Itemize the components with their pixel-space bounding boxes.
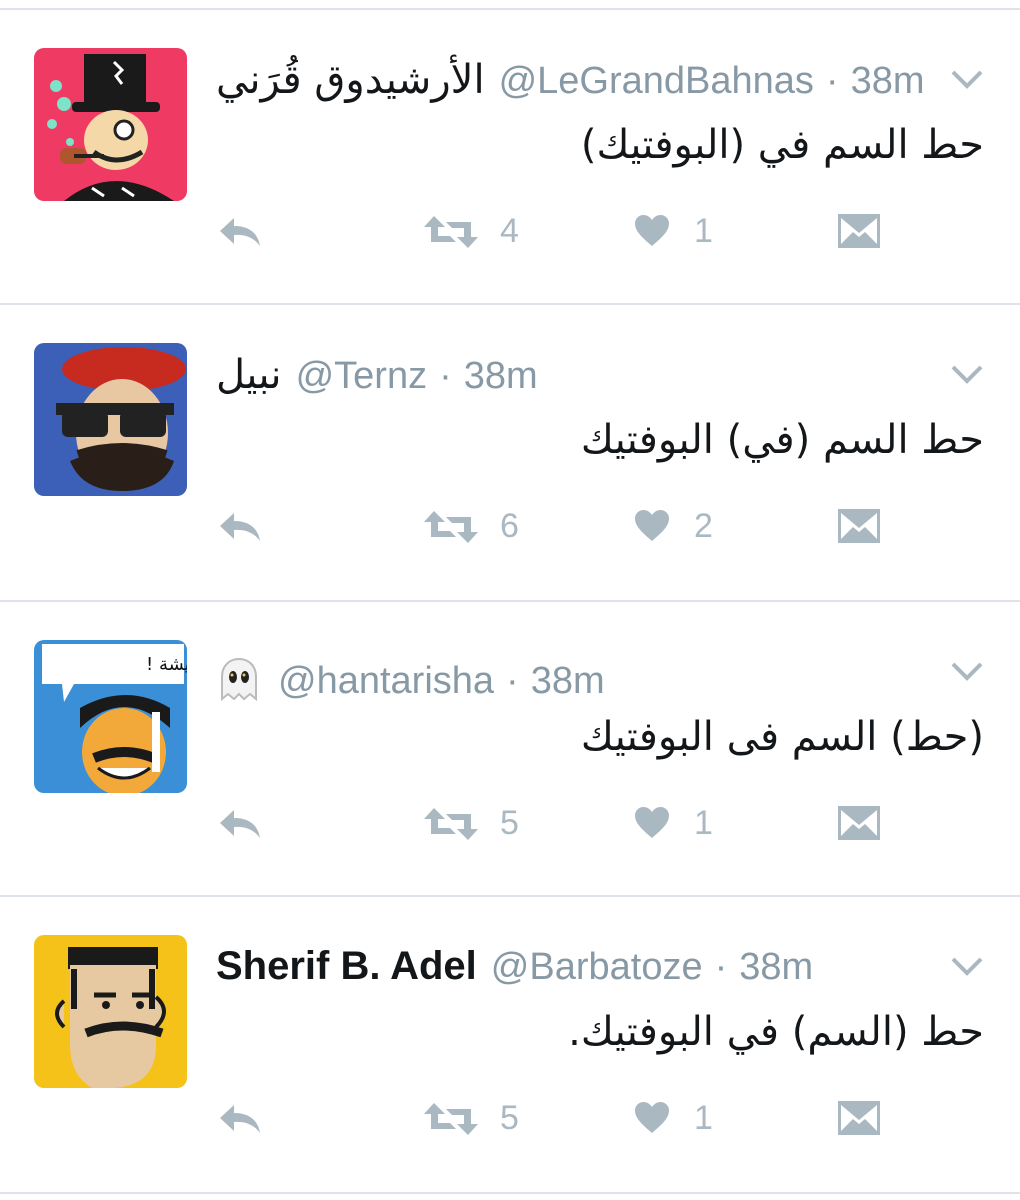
retweet-count: 5: [500, 1099, 519, 1137]
tweet-header: Sherif B. Adel @Barbatoze · 38m: [216, 944, 813, 1004]
dm-icon[interactable]: [838, 509, 880, 543]
tweet-header: الأرشيدوق قُرَني @LeGrandBahnas · 38m: [216, 57, 924, 117]
tweet-text: حط السم في (البوفتيك): [580, 122, 984, 168]
like-count: 1: [694, 804, 713, 842]
display-name[interactable]: Sherif B. Adel: [216, 944, 477, 989]
tweet-actions: 5 1: [0, 792, 1020, 852]
timestamp[interactable]: 38m: [739, 946, 813, 989]
display-name[interactable]: نبيل: [216, 352, 282, 398]
tweet[interactable]: حنتريشة ! @hantarisha · 38m (حط) السم فى…: [0, 602, 1020, 897]
bottom-divider: [0, 1192, 1020, 1194]
like-count: 1: [694, 1099, 713, 1137]
like-icon[interactable]: [634, 1101, 670, 1135]
retweet-count: 6: [500, 507, 519, 545]
tweet-text: حط (السم) في البوفتيك.: [568, 1009, 984, 1055]
dm-icon[interactable]: [838, 214, 880, 248]
tweet-text: (حط) السم فى البوفتيك: [580, 714, 984, 760]
avatar-speech-text: حنتريشة !: [146, 654, 187, 675]
avatar[interactable]: [34, 48, 187, 201]
caret-down-icon[interactable]: [950, 660, 984, 682]
like-count: 2: [694, 507, 713, 545]
caret-down-icon[interactable]: [950, 955, 984, 977]
avatar-image: [34, 343, 187, 496]
reply-icon[interactable]: [216, 214, 264, 250]
like-icon[interactable]: [634, 214, 670, 248]
tweet-text: حط السم (في) البوفتيك: [580, 417, 984, 463]
avatar-image: حنتريشة !: [34, 640, 187, 793]
like-icon[interactable]: [634, 509, 670, 543]
reply-icon[interactable]: [216, 1101, 264, 1137]
avatar[interactable]: حنتريشة !: [34, 640, 187, 793]
tweet-actions: 5 1: [0, 1087, 1020, 1147]
retweet-count: 4: [500, 212, 519, 250]
tweet-header: نبيل @Ternz · 38m: [216, 352, 538, 412]
user-handle[interactable]: @Barbatoze: [491, 946, 703, 989]
separator: ·: [506, 660, 519, 702]
dm-icon[interactable]: [838, 1101, 880, 1135]
retweet-icon[interactable]: [424, 509, 478, 545]
retweet-icon[interactable]: [424, 1101, 478, 1137]
ghost-emoji-icon: [216, 657, 262, 702]
caret-down-icon[interactable]: [950, 363, 984, 385]
user-handle[interactable]: @hantarisha: [278, 660, 494, 703]
tweet-actions: 4 1: [0, 200, 1020, 260]
separator: ·: [439, 355, 452, 397]
timestamp[interactable]: 38m: [531, 660, 605, 703]
avatar[interactable]: [34, 935, 187, 1088]
dm-icon[interactable]: [838, 806, 880, 840]
user-handle[interactable]: @Ternz: [296, 355, 428, 398]
retweet-icon[interactable]: [424, 806, 478, 842]
reply-icon[interactable]: [216, 806, 264, 842]
timestamp[interactable]: 38m: [851, 60, 925, 103]
tweet-actions: 6 2: [0, 495, 1020, 555]
caret-down-icon[interactable]: [950, 68, 984, 90]
retweet-icon[interactable]: [424, 214, 478, 250]
tweet-header: @hantarisha · 38m: [216, 649, 605, 709]
user-handle[interactable]: @LeGrandBahnas: [499, 60, 814, 103]
tweet[interactable]: Sherif B. Adel @Barbatoze · 38m حط (السم…: [0, 897, 1020, 1192]
avatar[interactable]: [34, 343, 187, 496]
avatar-image: [34, 935, 187, 1088]
tweet[interactable]: الأرشيدوق قُرَني @LeGrandBahnas · 38m حط…: [0, 10, 1020, 305]
like-icon[interactable]: [634, 806, 670, 840]
avatar-image: [34, 48, 187, 201]
tweet[interactable]: نبيل @Ternz · 38m حط السم (في) البوفتيك …: [0, 305, 1020, 600]
like-count: 1: [694, 212, 713, 250]
display-name[interactable]: الأرشيدوق قُرَني: [216, 57, 485, 103]
separator: ·: [825, 60, 839, 102]
reply-icon[interactable]: [216, 509, 264, 545]
retweet-count: 5: [500, 804, 519, 842]
separator: ·: [714, 946, 728, 988]
timestamp[interactable]: 38m: [464, 355, 538, 398]
